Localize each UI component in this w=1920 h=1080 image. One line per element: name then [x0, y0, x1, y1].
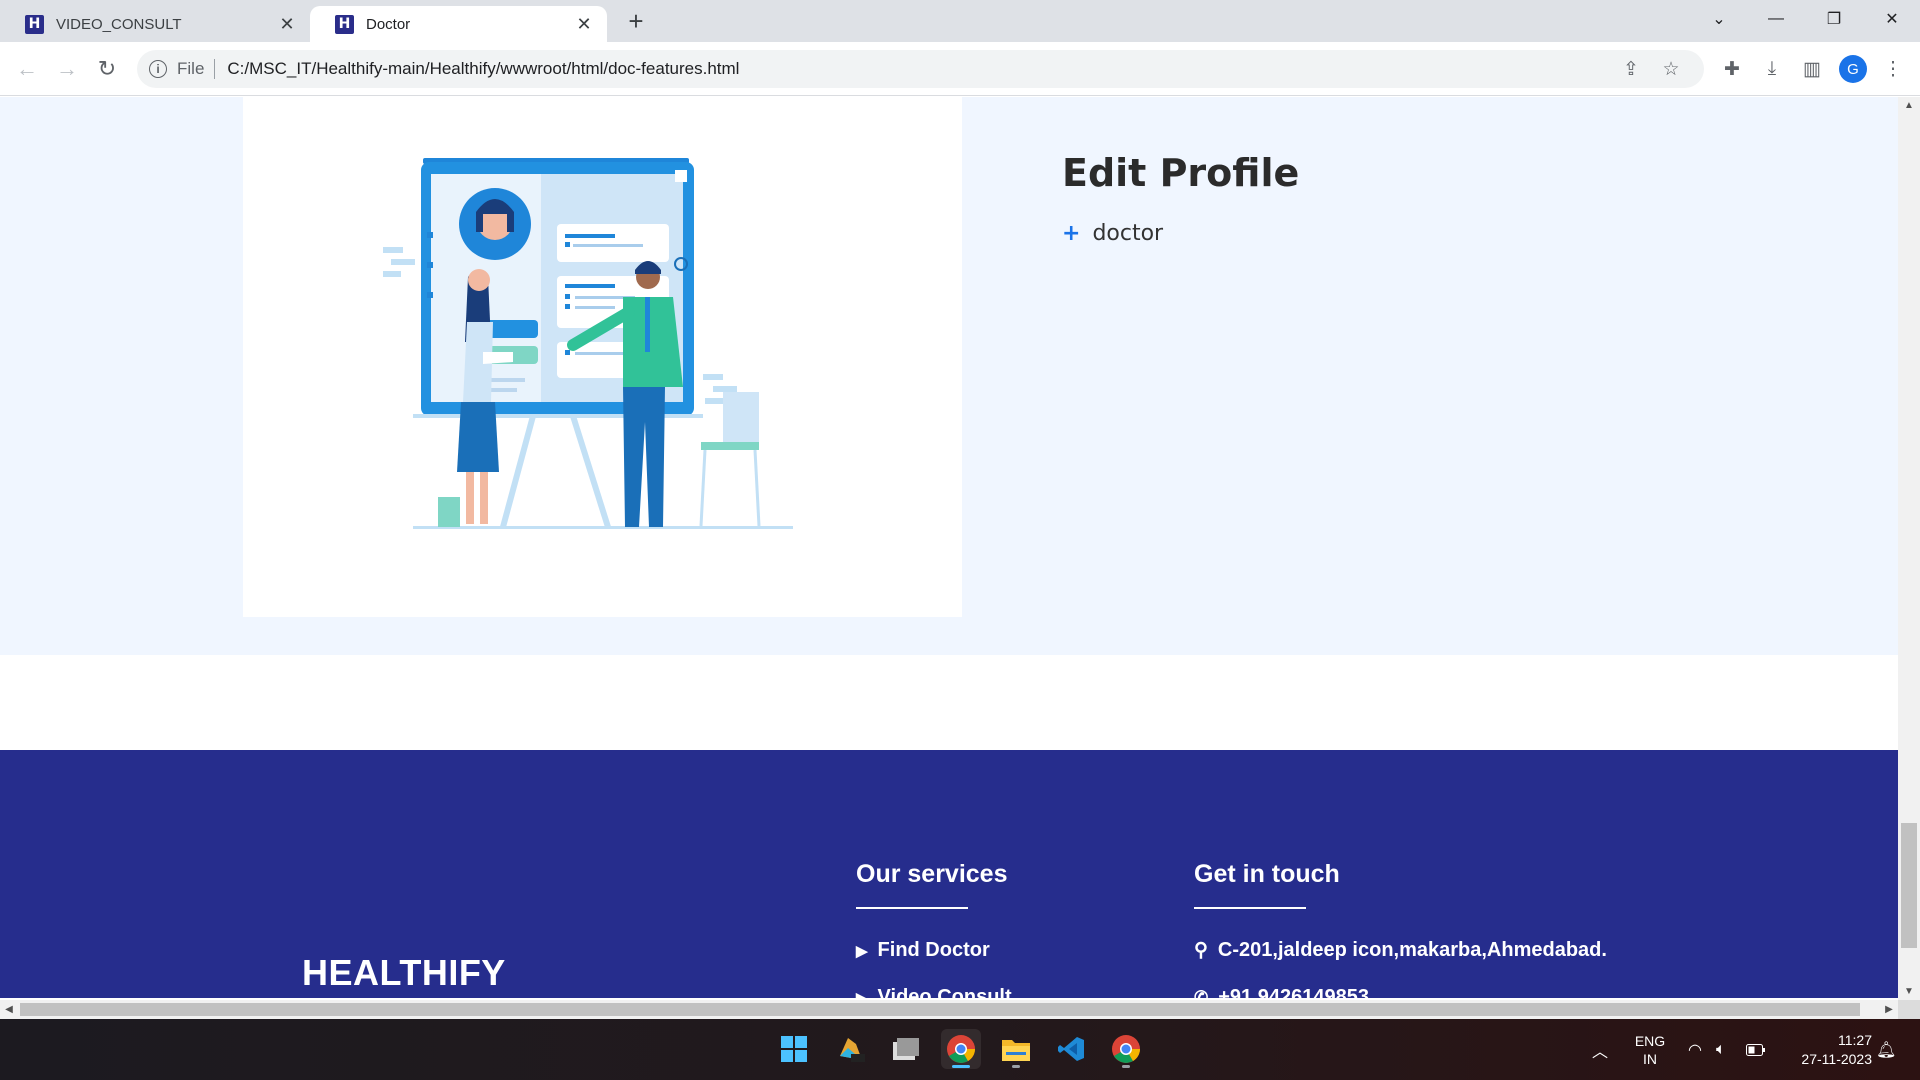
scroll-left-arrow-icon[interactable]: ◀ [0, 1000, 18, 1019]
show-hidden-icons-chevron-icon[interactable]: ︿ [1592, 1019, 1608, 1080]
services-heading: Our services [856, 860, 1008, 888]
minimize-button[interactable]: — [1750, 0, 1802, 38]
region-code: IN [1643, 1051, 1657, 1067]
scroll-down-arrow-icon[interactable]: ▼ [1898, 983, 1920, 999]
language-code: ENG [1634, 1033, 1666, 1049]
map-pin-icon: ⚲ [1194, 940, 1208, 961]
reload-icon[interactable]: ↻ [90, 52, 124, 86]
feature-section: Edit Profile + doctor [0, 97, 1898, 655]
plus-icon: + [1062, 221, 1081, 246]
tab-doctor[interactable]: H Doctor ✕ [310, 6, 607, 42]
healthify-favicon-icon: H [335, 14, 354, 34]
caret-right-icon: ▶ [856, 942, 868, 960]
caret-right-icon: ▶ [856, 989, 868, 999]
scroll-right-arrow-icon[interactable]: ▶ [1880, 1000, 1898, 1019]
heading-underline [1194, 907, 1306, 909]
menu-kebab-icon[interactable]: ⋮ [1878, 54, 1908, 84]
services-column: Our services ▶ Find Doctor ▶ Video Consu… [856, 860, 1012, 998]
phone-text: +91 9426149853 [1218, 986, 1369, 998]
site-footer: HEALTHIFY Our services ▶ Find Doctor ▶ V… [0, 750, 1898, 998]
task-view-icon[interactable] [886, 1029, 926, 1069]
illustration-card [243, 97, 962, 617]
notification-bell-icon[interactable]: 🔔︎ [1876, 1019, 1896, 1080]
link-label: Video Consult [877, 986, 1012, 998]
healthify-favicon-icon: H [25, 14, 44, 34]
download-icon[interactable]: ⤓ [1757, 54, 1787, 84]
chrome-app-icon[interactable] [941, 1029, 981, 1069]
battery-icon[interactable] [1746, 1019, 1766, 1080]
address-text: C-201,jaldeep icon,makarba,Ahmedabad. [1217, 939, 1607, 961]
file-explorer-icon[interactable] [996, 1029, 1036, 1069]
scroll-up-arrow-icon[interactable]: ▲ [1898, 97, 1920, 113]
windows-taskbar: ︿ ENG IN ◠ 🔈︎ 11:27 27-11-2023 🔔︎ [0, 1019, 1920, 1080]
language-indicator[interactable]: ENG IN [1625, 1032, 1675, 1068]
tab-title: VIDEO_CONSULT [56, 15, 182, 33]
extensions-puzzle-icon[interactable]: ✚ [1717, 54, 1747, 84]
start-windows-icon[interactable] [774, 1029, 814, 1069]
profile-avatar[interactable]: G [1839, 55, 1867, 83]
chrome-profile-app-icon[interactable] [1106, 1029, 1146, 1069]
contact-address: ⚲ C-201,jaldeep icon,makarba,Ahmedabad. [1194, 939, 1607, 962]
horizontal-scrollbar[interactable]: ◀ ▶ [0, 1000, 1898, 1019]
tab-search-icon[interactable]: ⌄ [1693, 0, 1745, 38]
info-icon[interactable]: i [149, 60, 167, 78]
vertical-scroll-thumb[interactable] [1901, 823, 1917, 948]
browser-toolbar: ← → ↻ i File C:/MSC_IT/Healthify-main/He… [0, 42, 1920, 96]
new-tab-button[interactable]: + [622, 6, 650, 36]
footer-brand[interactable]: HEALTHIFY [302, 952, 506, 994]
system-clock[interactable]: 11:27 27-11-2023 [1782, 1031, 1872, 1069]
tab-strip: H VIDEO_CONSULT ✕ H Doctor ✕ + ⌄ — ❐ ✕ [0, 0, 1920, 42]
vscode-app-icon[interactable] [1051, 1029, 1091, 1069]
contact-heading: Get in touch [1194, 860, 1340, 888]
wifi-icon[interactable]: ◠ [1688, 1019, 1702, 1080]
vertical-scrollbar[interactable]: ▲ ▼ [1898, 97, 1920, 1001]
contact-column: Get in touch ⚲ C-201,jaldeep icon,makarb… [1194, 860, 1607, 998]
tab-video-consult[interactable]: H VIDEO_CONSULT ✕ [0, 6, 310, 42]
close-tab-icon[interactable]: ✕ [573, 14, 595, 35]
feature-item-label: doctor [1092, 221, 1164, 246]
scrollbar-corner [1898, 1000, 1920, 1019]
scheme-label: File [177, 59, 205, 78]
doctor-profile-illustration [383, 158, 793, 529]
heading-underline [856, 907, 968, 909]
separator [214, 59, 216, 79]
clock-date: 27-11-2023 [1801, 1051, 1872, 1067]
side-panel-icon[interactable]: ▥ [1797, 54, 1827, 84]
footer-link-video-consult[interactable]: ▶ Video Consult [856, 986, 1012, 998]
restore-button[interactable]: ❐ [1808, 0, 1860, 38]
clock-time: 11:27 [1838, 1032, 1872, 1048]
feature-title: Edit Profile [1062, 151, 1300, 195]
url-text[interactable]: C:/MSC_IT/Healthify-main/Healthify/wwwro… [227, 59, 739, 79]
address-bar[interactable]: i File C:/MSC_IT/Healthify-main/Healthif… [137, 50, 1704, 88]
close-tab-icon[interactable]: ✕ [276, 14, 298, 35]
contact-phone: ✆ +91 9426149853 [1194, 986, 1607, 998]
close-window-button[interactable]: ✕ [1866, 0, 1918, 38]
share-icon[interactable]: ⇪ [1616, 50, 1646, 88]
forward-arrow-icon[interactable]: → [50, 52, 84, 86]
feature-list-item: + doctor [1062, 221, 1163, 246]
tab-title: Doctor [366, 15, 411, 33]
copilot-app-icon[interactable] [831, 1029, 871, 1069]
horizontal-scroll-thumb[interactable] [20, 1003, 1860, 1016]
page-viewport: Edit Profile + doctor HEALTHIFY Our serv… [0, 97, 1898, 998]
volume-icon[interactable]: 🔈︎ [1716, 1019, 1726, 1080]
back-arrow-icon[interactable]: ← [10, 52, 44, 86]
phone-icon: ✆ [1194, 987, 1209, 999]
link-label: Find Doctor [877, 939, 990, 961]
bookmark-star-icon[interactable]: ☆ [1656, 50, 1686, 88]
footer-link-find-doctor[interactable]: ▶ Find Doctor [856, 939, 1012, 962]
